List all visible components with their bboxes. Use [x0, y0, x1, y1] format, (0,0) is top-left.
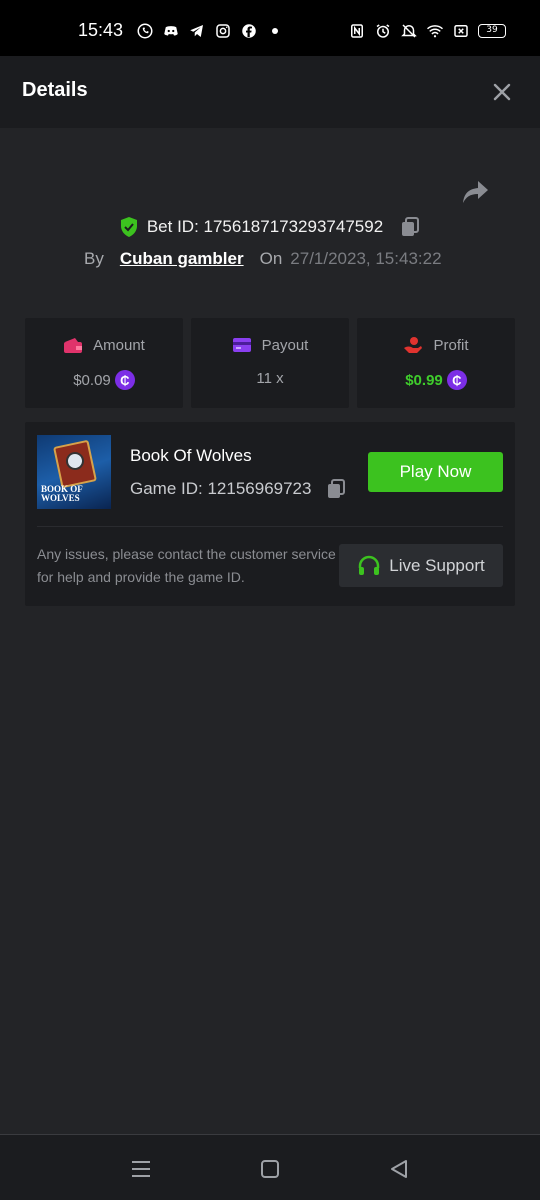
cross-box-icon	[452, 22, 470, 40]
telegram-icon	[188, 22, 206, 40]
user-link[interactable]: Cuban gambler	[120, 249, 244, 269]
payout-value: 11 x	[256, 370, 284, 387]
status-bar: 15:43 39	[0, 0, 540, 56]
back-button[interactable]	[387, 1157, 411, 1181]
share-icon	[463, 181, 488, 203]
game-name: Book Of Wolves	[130, 446, 252, 465]
by-label: By	[84, 249, 104, 268]
bet-date: 27/1/2023, 15:43:22	[290, 249, 442, 268]
status-time: 15:43	[78, 20, 124, 40]
profit-label: Profit	[433, 336, 469, 354]
wifi-icon	[426, 22, 444, 40]
game-id: Game ID: 12156969723	[130, 479, 312, 498]
amount-card: Amount $0.09 ₵	[25, 318, 183, 408]
bet-stats: Amount $0.09 ₵ Payout 11 x Profit $0.99 …	[25, 318, 515, 408]
wallet-icon	[64, 338, 83, 353]
divider	[37, 526, 503, 527]
battery-indicator: 39	[478, 24, 506, 38]
live-support-button[interactable]: Live Support	[339, 544, 503, 587]
home-button[interactable]	[258, 1157, 282, 1181]
copy-bet-id-icon[interactable]	[399, 216, 421, 238]
menu-lines-icon	[132, 1161, 150, 1177]
page-title: Details	[22, 79, 88, 101]
system-icons: 39	[348, 22, 506, 40]
thumbnail-title: BOOK OF WOLVES	[41, 484, 83, 503]
copy-game-id-icon[interactable]	[325, 478, 347, 500]
bell-muted-icon	[400, 22, 418, 40]
more-notifications-dot	[272, 28, 278, 34]
payout-label: Payout	[261, 336, 309, 354]
amount-label: Amount	[93, 336, 145, 354]
bet-id-row: Bet ID: 1756187173293747592	[0, 216, 540, 238]
instagram-icon	[214, 22, 232, 40]
bet-id: Bet ID: 1756187173293747592	[146, 217, 384, 236]
profit-value: $0.99	[405, 371, 443, 389]
amount-value: $0.09	[73, 371, 111, 389]
payout-card: Payout 11 x	[191, 318, 349, 408]
coin-icon: ₵	[446, 370, 467, 390]
notification-icons	[136, 22, 278, 40]
coin-icon: ₵	[114, 370, 135, 390]
whatsapp-icon	[136, 22, 154, 40]
nfc-icon	[348, 22, 366, 40]
share-button[interactable]	[460, 178, 490, 206]
card-icon	[232, 338, 251, 352]
system-nav-bar	[0, 1134, 540, 1200]
close-button[interactable]	[490, 80, 514, 104]
recent-apps-button[interactable]	[129, 1157, 153, 1181]
game-thumbnail[interactable]: BOOK OF WOLVES	[37, 435, 111, 509]
facebook-icon	[240, 22, 258, 40]
details-header: Details	[0, 56, 540, 128]
on-label: On	[259, 249, 283, 268]
close-icon	[493, 83, 511, 101]
game-card: BOOK OF WOLVES Book Of Wolves Game ID: 1…	[25, 422, 515, 606]
home-square-icon	[261, 1160, 279, 1178]
profit-card: Profit $0.99 ₵	[357, 318, 515, 408]
support-message: Any issues, please contact the customer …	[37, 546, 336, 585]
hand-money-icon	[404, 337, 423, 353]
back-triangle-icon	[391, 1160, 407, 1178]
alarm-icon	[374, 22, 392, 40]
play-now-button[interactable]: Play Now	[368, 452, 503, 492]
discord-icon	[162, 22, 180, 40]
game-id-row: Game ID: 12156969723	[130, 478, 347, 500]
bet-author-row: By Cuban gambler On 27/1/2023, 15:43:22	[84, 249, 442, 269]
verified-shield-icon	[120, 217, 137, 237]
live-support-label: Live Support	[389, 555, 485, 575]
headset-icon	[359, 555, 380, 575]
